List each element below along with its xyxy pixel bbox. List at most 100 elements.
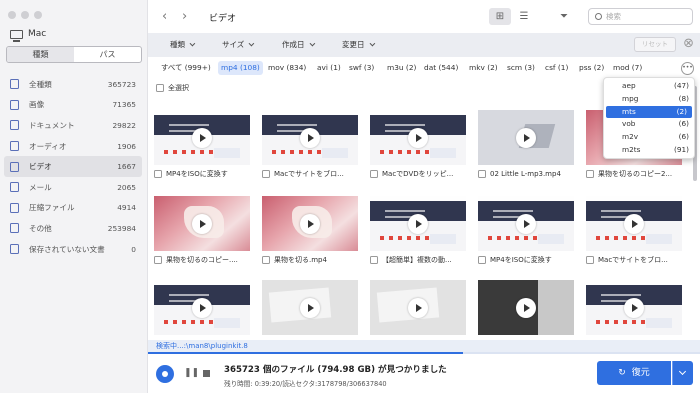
video-thumbnail[interactable]	[586, 196, 682, 251]
video-thumbnail[interactable]	[370, 280, 466, 335]
file-checkbox[interactable]	[154, 170, 162, 178]
sidebar-item-archives[interactable]: 圧縮ファイル 4914	[4, 198, 142, 219]
file-checkbox[interactable]	[586, 256, 594, 264]
close-filter-icon[interactable]: ⊗	[683, 36, 694, 51]
play-icon[interactable]	[516, 298, 536, 318]
file-tile[interactable]: MacでDVDをリッピ...	[370, 110, 466, 181]
sidebar-item-mail[interactable]: メール 2065	[4, 177, 142, 198]
file-tile[interactable]: Macでサイトをブロ...	[586, 196, 682, 267]
ext-filter-m3u[interactable]: m3u (2)	[384, 61, 419, 75]
video-thumbnail[interactable]	[586, 280, 682, 335]
video-thumbnail[interactable]	[478, 280, 574, 335]
close-window-button[interactable]	[8, 11, 16, 19]
file-checkbox[interactable]	[478, 170, 486, 178]
file-tile[interactable]: 【超簡単】複数の動...	[370, 196, 466, 267]
file-tile[interactable]	[262, 280, 358, 335]
file-checkbox[interactable]	[154, 256, 162, 264]
recover-dropdown-icon[interactable]	[672, 361, 693, 385]
file-tile[interactable]: 02 Little L-mp3.mp4	[478, 110, 574, 181]
file-checkbox[interactable]	[478, 256, 486, 264]
video-thumbnail[interactable]	[262, 196, 358, 251]
ext-filter-mkv[interactable]: mkv (2)	[466, 61, 501, 75]
filter-modified-dropdown[interactable]: 変更日	[342, 39, 373, 50]
ext-filter-mov[interactable]: mov (834)	[265, 61, 309, 75]
file-tile[interactable]: MP4をISOに変換す	[478, 196, 574, 267]
select-all[interactable]: 全選択	[156, 83, 189, 93]
popup-item-mpg[interactable]: mpg (8)	[604, 93, 694, 106]
video-thumbnail[interactable]	[154, 280, 250, 335]
play-icon[interactable]	[192, 128, 212, 148]
ext-filter-all[interactable]: すべて (999+)	[158, 61, 214, 75]
video-thumbnail[interactable]	[154, 196, 250, 251]
back-button[interactable]: ‹	[162, 9, 167, 24]
filter-type-dropdown[interactable]: 種類	[170, 39, 193, 50]
ext-filter-avi[interactable]: avi (1)	[314, 61, 344, 75]
sidebar-item-audio[interactable]: オーディオ 1906	[4, 136, 142, 157]
sidebar-item-unsaved[interactable]: 保存されていない文書 0	[4, 239, 142, 260]
popup-item-m2ts[interactable]: m2ts (91)	[604, 144, 694, 157]
stop-button[interactable]	[203, 370, 210, 377]
grid-view-button[interactable]: ⊞	[489, 8, 511, 25]
play-icon[interactable]	[624, 298, 644, 318]
play-icon[interactable]	[408, 214, 428, 234]
file-checkbox[interactable]	[370, 170, 378, 178]
ext-filter-pss[interactable]: pss (2)	[576, 61, 607, 75]
select-all-checkbox[interactable]	[156, 84, 164, 92]
sidebar-item-images[interactable]: 画像 71365	[4, 95, 142, 116]
ext-filter-swf[interactable]: swf (3)	[346, 61, 377, 75]
video-thumbnail[interactable]	[370, 196, 466, 251]
play-icon[interactable]	[300, 298, 320, 318]
file-tile[interactable]: 果物を切るのコピー....	[154, 196, 250, 267]
sidebar-item-other[interactable]: その他 253984	[4, 218, 142, 239]
file-checkbox[interactable]	[370, 256, 378, 264]
file-tile[interactable]: Macでサイトをブロ...	[262, 110, 358, 181]
filter-size-dropdown[interactable]: サイズ	[222, 39, 252, 50]
video-thumbnail[interactable]	[154, 110, 250, 165]
filter-created-dropdown[interactable]: 作成日	[282, 39, 313, 50]
list-view-button[interactable]: ☰	[513, 8, 535, 25]
play-icon[interactable]	[516, 128, 536, 148]
zoom-window-button[interactable]	[34, 11, 42, 19]
sidebar-item-documents[interactable]: ドキュメント 29822	[4, 115, 142, 136]
play-icon[interactable]	[300, 214, 320, 234]
ext-filter-mp4[interactable]: mp4 (108)	[218, 61, 263, 75]
play-icon[interactable]	[300, 128, 320, 148]
forward-button[interactable]: ›	[182, 9, 187, 24]
search-input[interactable]	[606, 10, 686, 23]
minimize-window-button[interactable]	[21, 11, 29, 19]
play-icon[interactable]	[192, 214, 212, 234]
ext-filter-csf[interactable]: csf (1)	[542, 61, 571, 75]
filter-button[interactable]: ⏷	[553, 8, 575, 25]
play-icon[interactable]	[408, 128, 428, 148]
file-tile[interactable]	[586, 280, 682, 335]
recover-button[interactable]: 復元	[597, 361, 671, 385]
play-icon[interactable]	[408, 298, 428, 318]
file-checkbox[interactable]	[262, 256, 270, 264]
ext-filter-dat[interactable]: dat (544)	[421, 61, 461, 75]
popup-item-aep[interactable]: aep (47)	[604, 80, 694, 93]
file-checkbox[interactable]	[262, 170, 270, 178]
more-extensions-icon[interactable]: •••	[681, 62, 694, 75]
video-thumbnail[interactable]	[478, 110, 574, 165]
popup-item-mts[interactable]: mts (2)	[606, 105, 692, 119]
tab-path[interactable]: パス	[74, 47, 141, 62]
ext-filter-scm[interactable]: scm (3)	[504, 61, 538, 75]
play-icon[interactable]	[624, 214, 644, 234]
file-checkbox[interactable]	[586, 170, 594, 178]
file-tile[interactable]	[370, 280, 466, 335]
video-thumbnail[interactable]	[262, 110, 358, 165]
pause-button[interactable]: ❚❚	[184, 368, 199, 378]
file-tile[interactable]: MP4をISOに変換す	[154, 110, 250, 181]
video-thumbnail[interactable]	[370, 110, 466, 165]
sidebar-item-all[interactable]: 全種類 365723	[4, 74, 142, 95]
video-thumbnail[interactable]	[478, 196, 574, 251]
ext-filter-mod[interactable]: mod (7)	[610, 61, 645, 75]
file-tile[interactable]	[154, 280, 250, 335]
file-tile[interactable]	[478, 280, 574, 335]
sidebar-item-video[interactable]: ビデオ 1667	[4, 156, 142, 177]
tab-type[interactable]: 種類	[7, 47, 74, 62]
reset-button[interactable]: リセット	[634, 37, 676, 52]
popup-item-m2v[interactable]: m2v (6)	[604, 131, 694, 144]
video-thumbnail[interactable]	[262, 280, 358, 335]
popup-item-vob[interactable]: vob (6)	[604, 118, 694, 131]
